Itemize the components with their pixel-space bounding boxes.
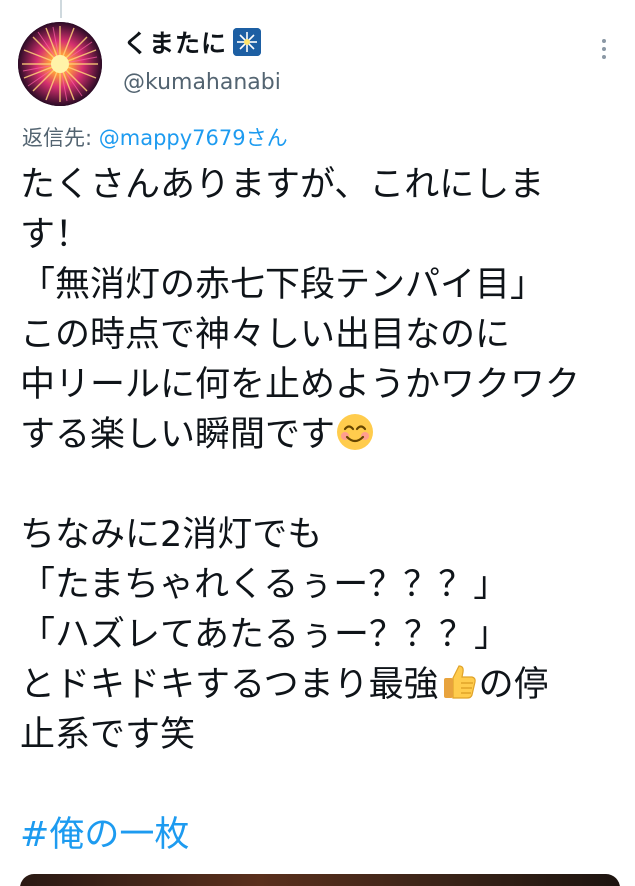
- firework-avatar-icon[interactable]: [18, 22, 102, 106]
- tweet-line-text: とドキドキするつまり最強: [20, 665, 439, 705]
- tweet-line-with-emoji: する楽しい瞬間です: [20, 410, 620, 460]
- tweet-hashtag-line: #俺の一枚: [20, 810, 620, 860]
- tweet-line: 「たまちゃれくるぅー？？？」: [20, 565, 509, 605]
- more-vertical-icon[interactable]: [592, 34, 616, 64]
- more-dot: [602, 47, 606, 51]
- tweet-line-with-emoji: とドキドキするつまり最強 の停: [20, 660, 620, 710]
- reply-mention-link[interactable]: @mappy7679さん: [99, 126, 288, 150]
- tweet-line: この時点で神々しい出目なのに: [20, 315, 511, 355]
- tweet-line: ちなみに2消灯でも: [20, 515, 323, 555]
- tweet-line: たくさんありますが、これにしま: [20, 165, 545, 205]
- tweet-body: たくさんありますが、これにしま す！ 「無消灯の赤七下段テンパイ目」 この時点で…: [20, 160, 620, 860]
- tweet-line-text-suffix: の停: [478, 665, 549, 705]
- tweet-line: 止系です笑: [20, 715, 196, 755]
- tweet-line: 「ハズレてあたるぅー？？？」: [20, 615, 509, 655]
- thread-connector-line: [60, 0, 62, 18]
- author-name-row[interactable]: くまたに: [123, 24, 262, 60]
- fireworks-emoji-icon: [233, 28, 262, 56]
- attached-image-preview[interactable]: [20, 874, 620, 886]
- tweet-line-text: する楽しい瞬間です: [20, 415, 336, 455]
- author-display-name[interactable]: くまたに: [123, 24, 227, 60]
- hashtag-link[interactable]: #俺の一枚: [20, 815, 189, 855]
- author-handle[interactable]: @kumahanabi: [123, 70, 281, 95]
- more-dot: [602, 55, 606, 59]
- reply-to-line: 返信先: @mappy7679さん: [22, 122, 288, 152]
- smiling-face-emoji-icon: [335, 412, 375, 452]
- tweet-line: す！: [20, 215, 91, 255]
- tweet-line: 「無消灯の赤七下段テンパイ目」: [20, 265, 546, 305]
- thumbs-up-emoji-icon: [439, 662, 479, 702]
- more-dot: [602, 39, 606, 43]
- reply-prefix: 返信先:: [22, 126, 99, 150]
- tweet-line: 中リールに何を止めようかワクワク: [20, 365, 581, 405]
